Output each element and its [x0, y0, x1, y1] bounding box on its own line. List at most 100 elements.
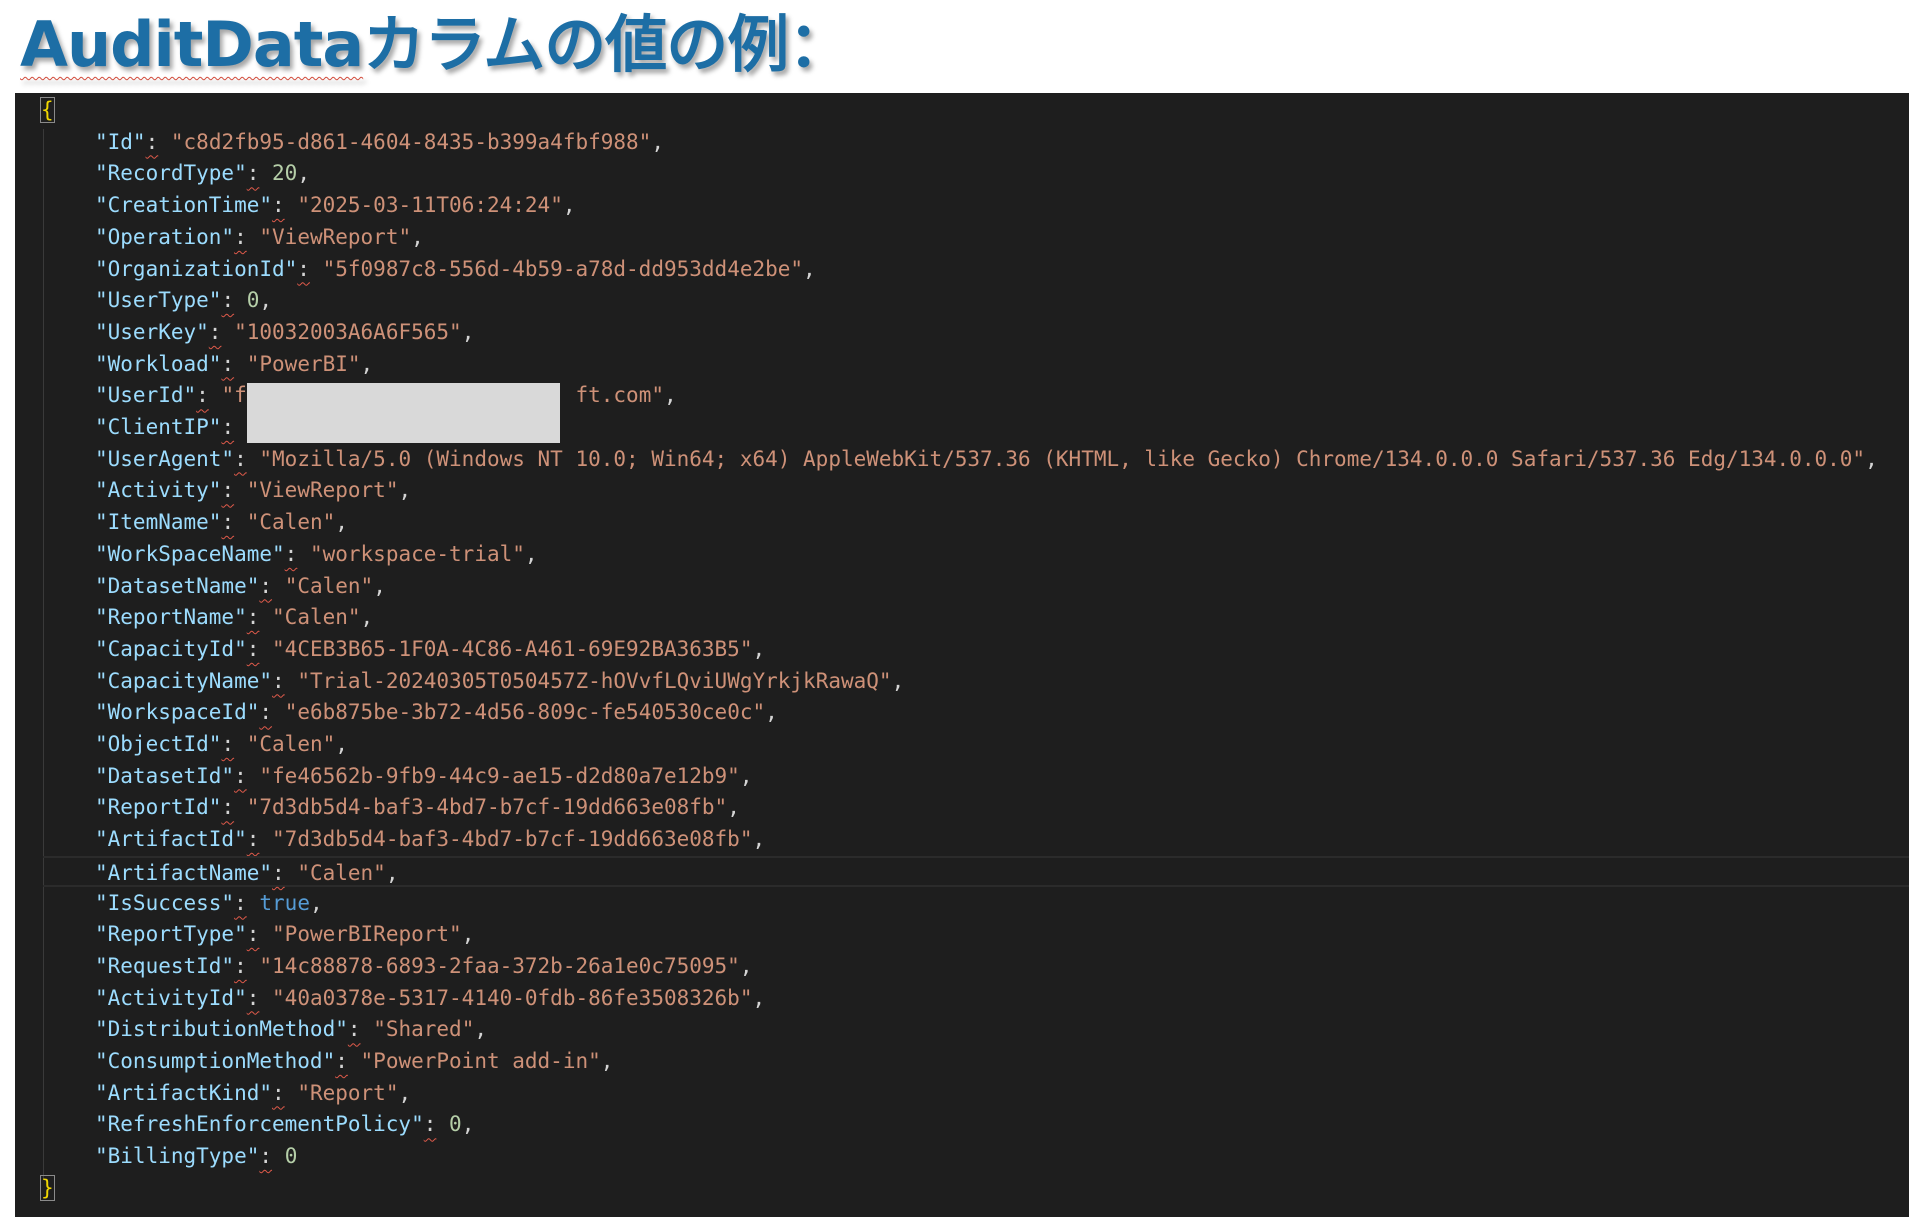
json-key: "ArtifactId"	[95, 827, 247, 852]
json-key: "Operation"	[95, 224, 235, 249]
redaction-box	[247, 383, 560, 443]
json-colon: :	[272, 668, 285, 693]
code-line[interactable]: "WorkspaceId": "e6b875be-3b72-4d56-809c-…	[15, 697, 778, 729]
json-key: "UserId"	[95, 383, 197, 408]
json-comma: ,	[651, 129, 664, 154]
json-value: "PowerBIReport"	[272, 922, 462, 947]
json-colon: :	[246, 985, 260, 1010]
json-key: "DatasetId"	[95, 763, 235, 788]
json-comma: ,	[600, 1049, 614, 1073]
json-value: "ViewReport"	[246, 478, 399, 503]
code-line[interactable]: "IsSuccess": true,	[15, 888, 323, 920]
json-value: "Calen"	[272, 605, 361, 630]
code-line[interactable]: "ItemName": "Calen",	[15, 507, 348, 539]
json-key: "Activity"	[95, 478, 222, 503]
code-line[interactable]: "UserKey": "10032003A6A6F565",	[15, 317, 474, 349]
code-line[interactable]: "UserType": 0,	[15, 285, 272, 317]
json-space	[272, 574, 285, 598]
code-line[interactable]: "WorkSpaceName": "workspace-trial",	[15, 539, 538, 571]
json-colon: :	[259, 700, 273, 725]
json-space	[247, 764, 260, 788]
json-colon: :	[221, 795, 235, 820]
json-code-editor[interactable]: { "Id": "c8d2fb95-d861-4604-8435-b399a4fb…	[15, 93, 1909, 1217]
code-line[interactable]: "OrganizationId": "5f0987c8-556d-4b59-a7…	[15, 254, 816, 286]
json-space	[209, 383, 222, 407]
code-line[interactable]: "ReportName": "Calen",	[15, 602, 373, 634]
code-line[interactable]: "DatasetId": "fe46562b-9fb9-44c9-ae15-d2…	[15, 761, 752, 793]
json-value: "10032003A6A6F565"	[234, 319, 462, 344]
code-line[interactable]: "DistributionMethod": "Shared",	[15, 1014, 487, 1046]
code-line[interactable]: "ReportType": "PowerBIReport",	[15, 919, 474, 951]
json-value: 0	[246, 288, 260, 313]
code-line-content: "DatasetId": "fe46562b-9fb9-44c9-ae15-d2…	[95, 761, 752, 793]
json-key: "ActivityId"	[95, 985, 247, 1010]
json-value: "7d3db5d4-baf3-4bd7-b7cf-19dd663e08fb"	[246, 795, 728, 820]
code-line-content: "ReportId": "7d3db5d4-baf3-4bd7-b7cf-19d…	[95, 792, 740, 824]
code-line[interactable]: "Id": "c8d2fb95-d861-4604-8435-b399a4fbf…	[15, 127, 664, 159]
code-line-open-brace[interactable]: {	[15, 95, 55, 127]
json-value: "Calen"	[246, 510, 336, 535]
code-line[interactable]: "UserAgent": "Mozilla/5.0 (Windows NT 10…	[15, 444, 1878, 476]
code-line[interactable]: "Activity": "ViewReport",	[15, 475, 411, 507]
code-line[interactable]: "ObjectId": "Calen",	[15, 729, 348, 761]
json-value: 20	[272, 161, 298, 186]
json-comma: ,	[360, 351, 374, 376]
json-comma: ,	[752, 985, 766, 1010]
code-line-content: "ReportName": "Calen",	[95, 602, 373, 634]
code-line-close-brace[interactable]: }	[15, 1173, 55, 1205]
json-key: "DatasetName"	[95, 573, 260, 598]
json-space	[272, 1144, 285, 1168]
json-comma: ,	[297, 161, 310, 186]
code-line[interactable]: "BillingType": 0	[15, 1141, 297, 1173]
json-colon: :	[423, 1112, 437, 1137]
code-line-content: "BillingType": 0	[95, 1141, 297, 1173]
json-comma: ,	[373, 573, 386, 598]
code-line-current[interactable]: "ArtifactName": "Calen",	[43, 855, 1909, 888]
json-key: "DistributionMethod"	[95, 1017, 348, 1042]
json-colon: :	[234, 446, 247, 471]
code-line-content: "IsSuccess": true,	[95, 888, 323, 920]
json-space	[259, 986, 272, 1010]
code-line[interactable]: "ArtifactKind": "Report",	[15, 1078, 411, 1110]
code-line[interactable]: "ReportId": "7d3db5d4-baf3-4bd7-b7cf-19d…	[15, 792, 740, 824]
json-space	[259, 922, 272, 946]
json-value: "Report"	[297, 1080, 399, 1105]
page: AuditDataカラムの値の例： { "Id": "c8d2fb95-d861-…	[0, 0, 1921, 1225]
code-line-content: "WorkspaceId": "e6b875be-3b72-4d56-809c-…	[95, 697, 778, 729]
json-comma: ,	[259, 288, 273, 313]
code-line[interactable]: "Operation": "ViewReport",	[15, 222, 424, 254]
json-key: "CapacityId"	[95, 636, 247, 661]
code-line[interactable]: "RequestId": "14c88878-6893-2faa-372b-26…	[15, 951, 752, 983]
code-line-content: "RequestId": "14c88878-6893-2faa-372b-26…	[95, 951, 752, 983]
code-line[interactable]: "DatasetName": "Calen",	[15, 571, 386, 603]
code-line[interactable]: "Workload": "PowerBI",	[15, 349, 373, 381]
code-line[interactable]: "ClientIP":	[15, 412, 234, 444]
code-line[interactable]: "ActivityId": "40a0378e-5317-4140-0fdb-8…	[15, 983, 765, 1015]
code-line-content: "DatasetName": "Calen",	[95, 571, 386, 603]
json-space	[158, 130, 171, 154]
json-colon: :	[234, 224, 247, 249]
code-line-content: "ClientIP":	[95, 412, 234, 444]
json-space	[247, 891, 260, 915]
code-line[interactable]: "RecordType": 20,	[15, 158, 310, 190]
json-comma: ,	[398, 1080, 412, 1105]
close-brace: }	[40, 1174, 55, 1201]
open-brace: {	[40, 97, 55, 123]
code-line[interactable]: "CapacityId": "4CEB3B65-1F0A-4C86-A461-6…	[15, 634, 765, 666]
json-comma: ,	[309, 890, 323, 915]
code-line[interactable]: "ConsumptionMethod": "PowerPoint add-in"…	[15, 1046, 613, 1078]
json-space	[259, 161, 272, 185]
page-title: AuditDataカラムの値の例：	[20, 4, 850, 86]
code-line-content: "DistributionMethod": "Shared",	[95, 1014, 487, 1046]
json-key: "UserKey"	[95, 319, 209, 344]
code-line[interactable]: "ArtifactId": "7d3db5d4-baf3-4bd7-b7cf-1…	[15, 824, 765, 856]
json-comma: ,	[335, 510, 348, 535]
code-line-content: "CapacityName": "Trial-20240305T050457Z-…	[95, 666, 904, 698]
code-line[interactable]: "RefreshEnforcementPolicy": 0,	[15, 1109, 474, 1141]
json-comma: ,	[385, 860, 399, 885]
json-space	[285, 669, 298, 693]
code-line[interactable]: "CapacityName": "Trial-20240305T050457Z-…	[15, 666, 904, 698]
json-comma: ,	[562, 193, 576, 218]
code-line[interactable]: "CreationTime": "2025-03-11T06:24:24",	[15, 190, 576, 222]
json-space	[436, 1112, 449, 1136]
